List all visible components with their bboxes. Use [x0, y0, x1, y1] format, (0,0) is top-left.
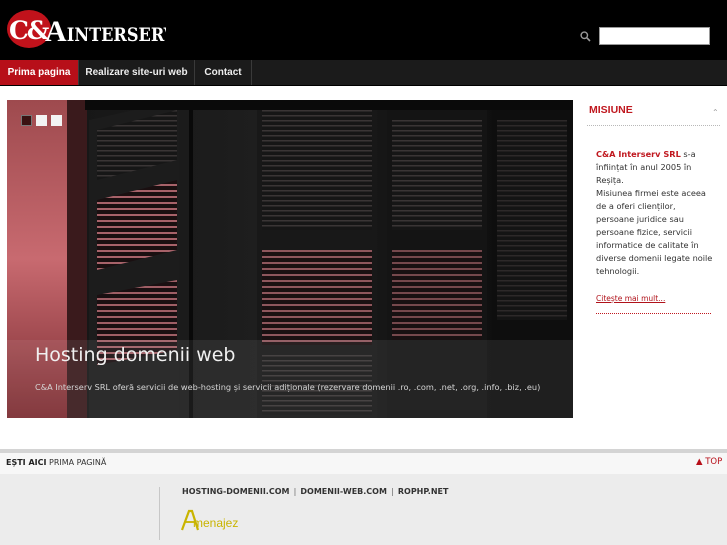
nav-item-contact[interactable]: Contact [195, 60, 252, 85]
slide-title: Hosting domenii web [35, 344, 236, 366]
footer-divider [159, 487, 160, 540]
sidebar-title: MISIUNE [589, 104, 633, 116]
nav-item-prima-pagina[interactable]: Prima pagina [0, 60, 79, 85]
amenajez-logo[interactable]: menajez [180, 508, 260, 532]
sidebar-divider [587, 125, 720, 126]
mission-text: Misiunea firmei este aceea de a oferi cl… [596, 188, 713, 276]
svg-text:A: A [45, 15, 67, 48]
breadcrumb-label: EȘTI AICI [6, 458, 47, 467]
footer-separator: | [293, 487, 297, 496]
slide-description: C&A Interserv SRL oferă servicii de web-… [35, 382, 541, 392]
breadcrumb-current: PRIMA PAGINĂ [49, 458, 107, 467]
nav-item-realizare-site-uri-web[interactable]: Realizare site-uri web [79, 60, 195, 85]
collapse-arrow-icon[interactable]: ⌃ [712, 108, 719, 117]
slider-dot-3[interactable] [51, 115, 62, 126]
company-name: C&A Interserv SRL [596, 149, 681, 159]
main-navigation: Prima pagina Realizare site-uri web Cont… [0, 60, 727, 86]
header: C& A INTERSERV [0, 0, 727, 60]
footer-link-rophp[interactable]: ROPHP.NET [398, 487, 449, 496]
footer: HOSTING-DOMENII.COM | DOMENII-WEB.COM | ROPH… [0, 474, 727, 545]
main-content: Hosting domenii web C&A Interserv SRL of… [0, 86, 727, 449]
slider-dot-1[interactable] [21, 115, 32, 126]
read-more-divider [596, 313, 711, 314]
search-input[interactable] [599, 27, 710, 45]
breadcrumb: EȘTI AICI PRIMA PAGINĂ ▲ TOP [0, 449, 727, 474]
slider-dot-2[interactable] [36, 115, 47, 126]
back-to-top-link[interactable]: ▲ TOP [696, 457, 722, 467]
amenajez-logo-text: menajez [193, 516, 239, 530]
footer-link-hosting-domenii[interactable]: HOSTING-DOMENII.COM [182, 487, 289, 496]
slide-caption: Hosting domenii web C&A Interserv SRL of… [7, 340, 573, 418]
footer-link-domenii-web[interactable]: DOMENII-WEB.COM [300, 487, 387, 496]
read-more-link[interactable]: Citește mai mult... [596, 294, 665, 303]
footer-separator: | [390, 487, 394, 496]
search-icon[interactable] [580, 31, 591, 42]
sidebar-mission-text: C&A Interserv SRL s-a înființat în anul … [596, 148, 714, 278]
svg-text:INTERSERV: INTERSERV [67, 25, 166, 46]
svg-text:C&: C& [9, 16, 50, 45]
footer-links: HOSTING-DOMENII.COM | DOMENII-WEB.COM | ROPH… [182, 487, 448, 496]
image-slider[interactable]: Hosting domenii web C&A Interserv SRL of… [7, 100, 573, 418]
company-logo[interactable]: C& A INTERSERV [6, 8, 166, 52]
